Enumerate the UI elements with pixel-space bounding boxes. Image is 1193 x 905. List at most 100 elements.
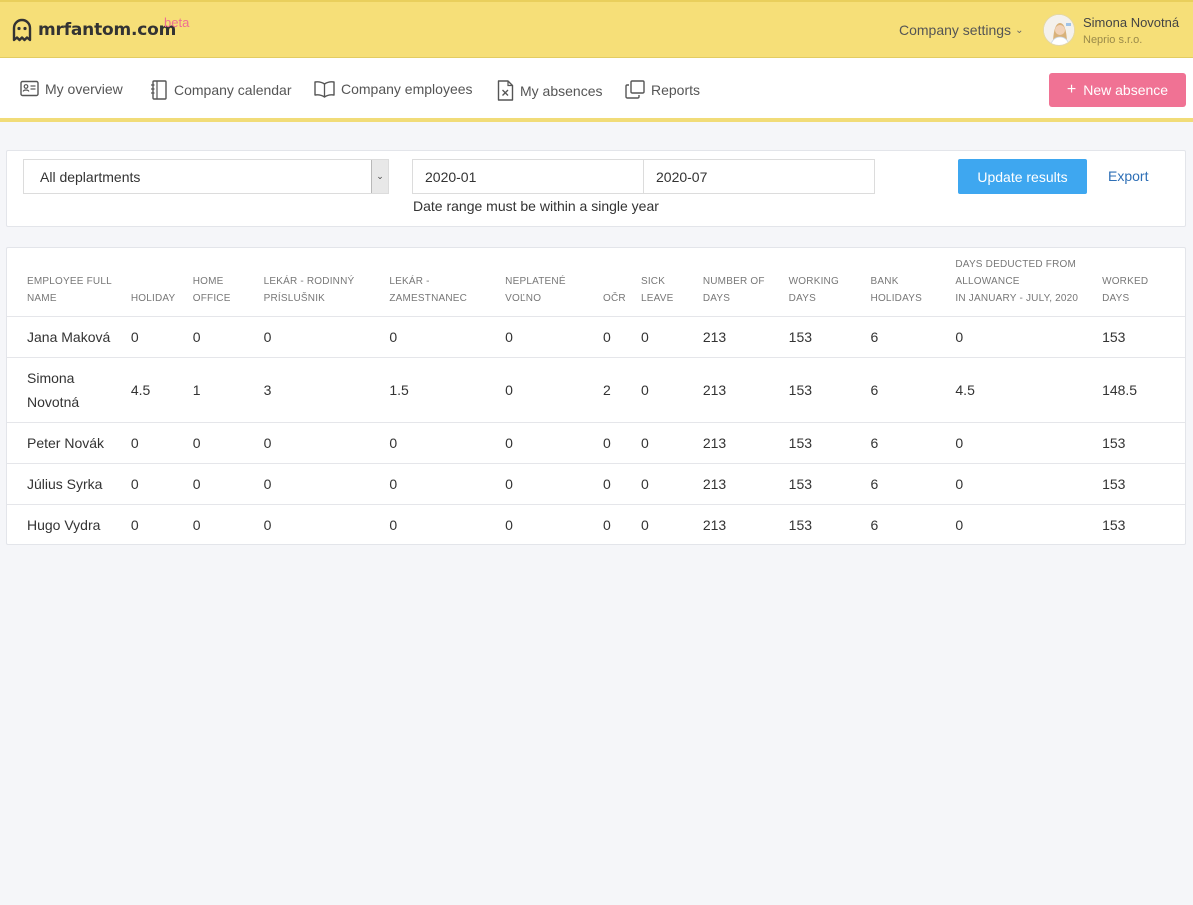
table-cell: 0 <box>130 503 193 545</box>
column-header-text: DAYS <box>1102 292 1130 304</box>
table-cell: 0 <box>263 421 390 463</box>
plus-icon: + <box>1066 81 1077 98</box>
table-cell: 0 <box>640 315 703 357</box>
column-header-text: ZAMESTNANEC <box>389 292 468 304</box>
table-cell: 153 <box>1102 503 1185 545</box>
table-cell: 0 <box>955 315 1103 357</box>
table-cell: 0 <box>389 503 506 545</box>
column-header-text: WORKING <box>788 275 839 287</box>
table-cell: 213 <box>702 421 789 463</box>
table-cell: 0 <box>640 462 703 504</box>
export-link[interactable]: Export <box>1108 168 1148 184</box>
document-x-icon <box>497 80 514 101</box>
date-to-value: 2020-07 <box>656 168 708 185</box>
table-cell: 0 <box>640 503 703 545</box>
table-cell: 153 <box>788 503 871 545</box>
nav-reports[interactable]: Reports <box>625 80 700 99</box>
beta-badge: beta <box>164 15 190 30</box>
notebook-icon <box>151 80 167 100</box>
update-results-label: Update results <box>977 168 1068 185</box>
column-header: OČR <box>603 248 641 316</box>
copy-pages-icon <box>625 80 645 99</box>
column-header-text: LEKÁR - <box>389 275 430 287</box>
table-cell: 213 <box>702 356 789 422</box>
chevron-down-icon: ⌄ <box>1015 24 1024 36</box>
table-cell: 6 <box>870 421 956 463</box>
ghost-icon <box>12 18 32 42</box>
nav-my-overview[interactable]: My overview <box>20 80 123 97</box>
table-cell: 153 <box>788 315 871 357</box>
user-avatar-icon <box>1044 15 1074 45</box>
nav-my-absences-label: My absences <box>520 82 603 99</box>
column-header: WORKED DAYS <box>1102 248 1185 316</box>
table-cell: 0 <box>955 462 1103 504</box>
employee-name: Július Syrka <box>27 475 103 492</box>
employee-name: Peter Novák <box>27 434 105 451</box>
table-cell: 148.5 <box>1102 356 1185 422</box>
column-header-text: HOLIDAY <box>130 292 176 304</box>
user-name[interactable]: Simona Novotná <box>1083 15 1179 30</box>
table-row[interactable]: Hugo Vydra 0 0 0 0 0 0 0 213 153 6 0 153 <box>7 503 1185 545</box>
column-header-text: HOLIDAYS <box>870 292 922 304</box>
table-row[interactable]: Simona Novotná 4.5 1 3 1.5 0 2 0 213 153 6 4.5 148.5 <box>7 356 1185 422</box>
table-cell: 6 <box>870 462 956 504</box>
table-cell: 1 <box>192 356 264 422</box>
column-header: EMPLOYEE FULL NAME <box>7 248 131 316</box>
logo[interactable]: mrfantom.com beta <box>11 15 189 42</box>
date-from-value: 2020-01 <box>425 168 477 185</box>
nav-company-calendar-label: Company calendar <box>174 82 292 98</box>
table-cell: 153 <box>788 462 871 504</box>
company-settings-dropdown[interactable]: Company settings ⌄ <box>899 22 1023 38</box>
column-header-text: EMPLOYEE FULL <box>27 275 112 287</box>
logo-text: mrfantom.com <box>38 20 177 40</box>
table-cell: 0 <box>603 503 641 545</box>
table-cell: 3 <box>263 356 390 422</box>
nav-my-absences[interactable]: My absences <box>497 80 602 101</box>
nav-my-overview-label: My overview <box>45 80 123 97</box>
open-book-icon <box>314 81 335 98</box>
table-cell: 6 <box>870 356 956 422</box>
table-cell: 0 <box>130 462 193 504</box>
date-to-input[interactable]: 2020-07 <box>643 159 875 194</box>
table-cell: 153 <box>1102 462 1185 504</box>
nav-company-calendar[interactable]: Company calendar <box>150 80 292 100</box>
column-header: LEKÁR - RODINNÝ PRÍSLUŠNIK <box>264 248 390 316</box>
employee-name: Jana Maková <box>27 328 111 345</box>
date-from-input[interactable]: 2020-01 <box>412 159 644 194</box>
report-table: EMPLOYEE FULL NAME HOLIDAY HOME OFFICE LEKÁR … <box>7 248 1185 545</box>
column-header: HOME OFFICE <box>193 248 264 316</box>
table-row[interactable]: Jana Maková 0 0 0 0 0 0 0 213 153 6 0 153 <box>7 315 1185 357</box>
table-row[interactable]: Peter Novák 0 0 0 0 0 0 0 213 153 6 0 153 <box>7 421 1185 463</box>
nav-company-employees[interactable]: Company employees <box>314 80 473 98</box>
table-cell: 0 <box>192 315 264 357</box>
avatar[interactable] <box>1043 14 1075 46</box>
column-header: SICK LEAVE <box>641 248 703 316</box>
table-cell: 0 <box>955 421 1103 463</box>
table-cell: 4.5 <box>955 356 1103 422</box>
employee-name-cell: Július Syrka <box>7 462 131 504</box>
table-row[interactable]: Július Syrka 0 0 0 0 0 0 0 213 153 6 0 153 <box>7 462 1185 504</box>
table-cell: 0 <box>505 421 604 463</box>
nav-reports-label: Reports <box>651 81 701 98</box>
column-header: NUMBER OF DAYS <box>703 248 789 316</box>
department-select[interactable]: All deplartments ⌄ <box>23 159 389 194</box>
column-header: HOLIDAY <box>131 248 193 316</box>
table-cell: 0 <box>263 462 390 504</box>
update-results-button[interactable]: Update results <box>958 159 1087 194</box>
table-cell: 0 <box>640 356 703 422</box>
employee-name-cell: Simona Novotná <box>7 356 131 422</box>
table-header-row: EMPLOYEE FULL NAME HOLIDAY HOME OFFICE LEKÁR … <box>7 248 1185 316</box>
employee-name-cell: Hugo Vydra <box>7 503 131 545</box>
column-header: NEPLATENÉ VOĽNO <box>505 248 603 316</box>
chevron-down-icon[interactable]: ⌄ <box>371 160 388 193</box>
table-cell: 0 <box>603 421 641 463</box>
table-cell: 0 <box>263 315 390 357</box>
table-cell: 0 <box>505 462 604 504</box>
column-header-text: OFFICE <box>192 292 231 304</box>
table-cell: 0 <box>192 503 264 545</box>
table-cell: 0 <box>389 421 506 463</box>
column-header-text: DAYS <box>788 292 816 304</box>
table-cell: 4.5 <box>130 356 193 422</box>
new-absence-button[interactable]: + New absence <box>1049 73 1186 107</box>
table-cell: 153 <box>788 421 871 463</box>
